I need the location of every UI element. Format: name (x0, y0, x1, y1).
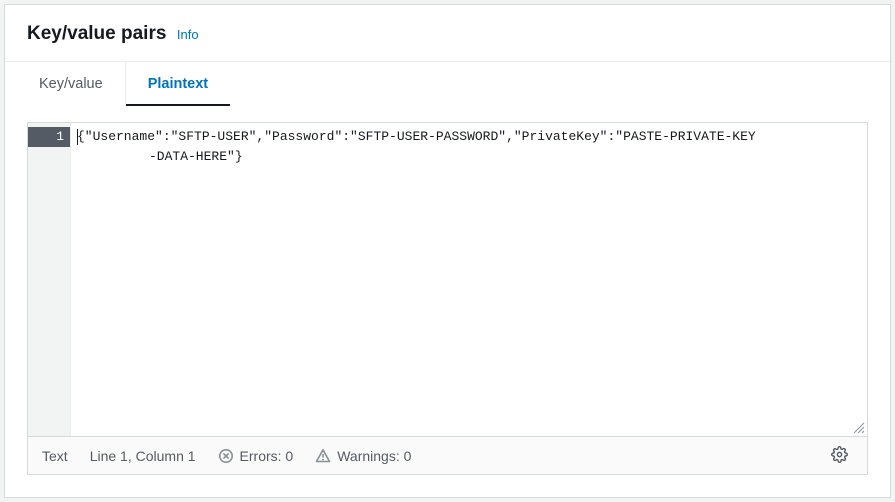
editor-gutter: 1 (28, 123, 70, 436)
tab-keyvalue[interactable]: Key/value (17, 62, 126, 106)
editor-statusbar: Text Line 1, Column 1 Errors: 0 (28, 436, 867, 474)
status-mode: Text (42, 448, 68, 464)
line-number: 1 (28, 127, 70, 147)
status-position: Line 1, Column 1 (90, 448, 196, 464)
status-errors: Errors: 0 (218, 448, 294, 464)
code-line-1: {"Username":"SFTP-USER","Password":"SFTP… (77, 129, 756, 144)
settings-button[interactable] (825, 442, 853, 470)
gear-icon (831, 446, 848, 466)
status-warnings: Warnings: 0 (315, 448, 411, 464)
warning-icon (315, 448, 331, 464)
tabs: Key/value Plaintext (5, 62, 890, 106)
info-link[interactable]: Info (177, 27, 199, 42)
panel-title: Key/value pairs (27, 23, 166, 44)
status-warnings-label: Warnings: 0 (337, 448, 411, 464)
status-errors-label: Errors: 0 (240, 448, 294, 464)
code-line-2: -DATA-HERE"} (77, 147, 861, 167)
tab-plaintext[interactable]: Plaintext (126, 62, 230, 106)
error-icon (218, 448, 234, 464)
editor-wrapper: 1 {"Username":"SFTP-USER","Password":"SF… (5, 106, 890, 497)
resize-handle-icon (851, 420, 865, 434)
code-editor: 1 {"Username":"SFTP-USER","Password":"SF… (27, 122, 868, 475)
code-textarea[interactable]: {"Username":"SFTP-USER","Password":"SFTP… (70, 123, 867, 436)
key-value-panel: Key/value pairs Info Key/value Plaintext… (4, 4, 891, 498)
panel-header: Key/value pairs Info (5, 5, 890, 62)
editor-body[interactable]: 1 {"Username":"SFTP-USER","Password":"SF… (28, 123, 867, 436)
